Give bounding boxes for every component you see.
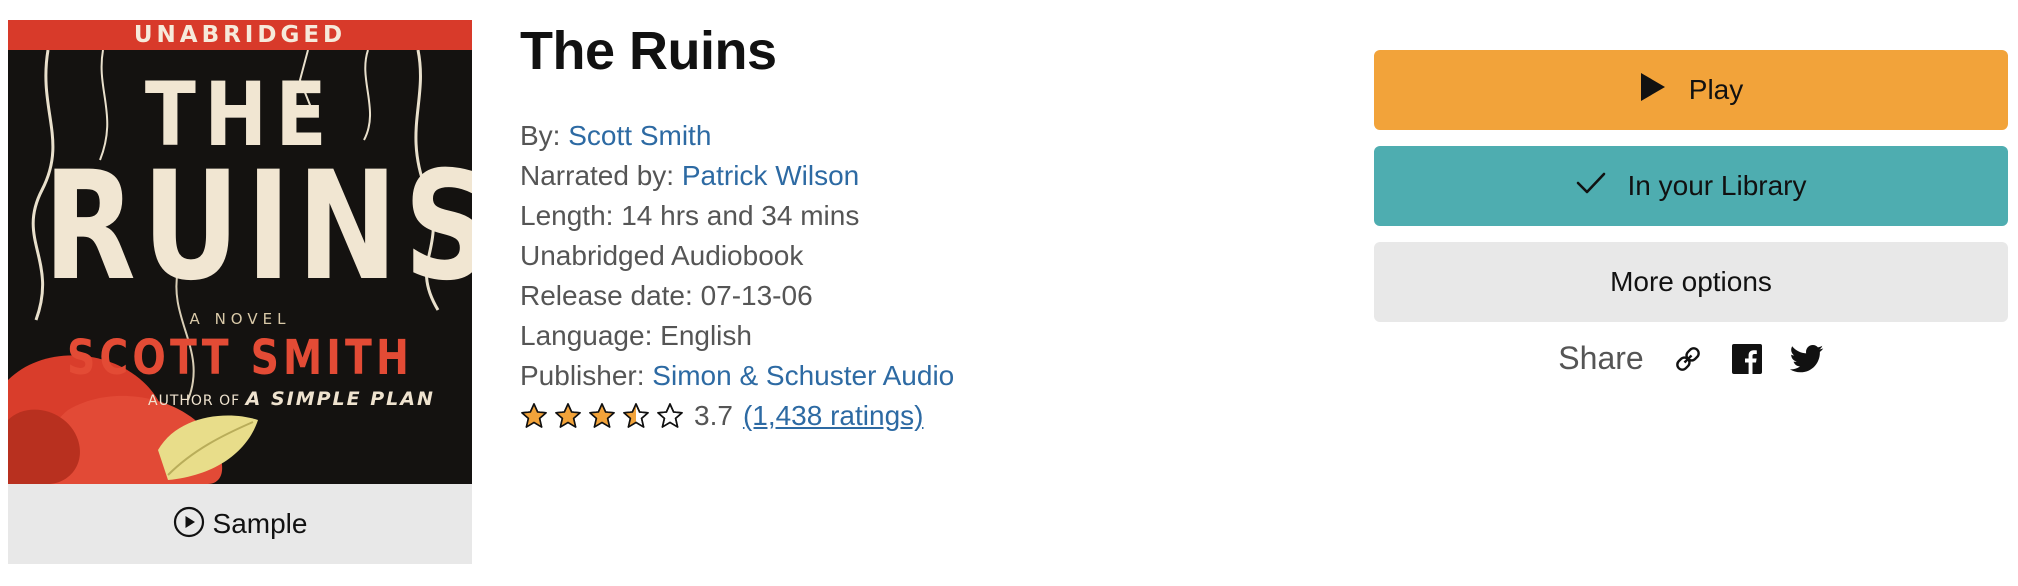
author-label: By: [520, 120, 561, 151]
length-row: Length: 14 hrs and 34 mins [520, 200, 860, 231]
rating-value: 3.7 [694, 400, 733, 431]
facebook-icon[interactable] [1731, 343, 1762, 374]
share-label: Share [1558, 340, 1644, 376]
rating-row: 3.7 (1,438 ratings) [520, 396, 1340, 436]
play-button[interactable]: Play [1374, 50, 2008, 130]
cover-banner-text: UNABRIDGED [8, 20, 472, 50]
sample-label: Sample [212, 508, 308, 539]
release-date-row: Release date: 07-13-06 [520, 280, 813, 311]
in-library-button[interactable]: In your Library [1374, 146, 2008, 226]
book-details: The Ruins By: Scott Smith Narrated by: P… [520, 18, 1340, 436]
star-icon [588, 402, 616, 430]
book-cover-image[interactable]: UNABRIDGED THE RUINS A NOVEL SCOTT SMITH… [8, 20, 472, 484]
checkmark-icon [1576, 170, 1606, 202]
action-panel: Play In your Library More options Share [1374, 50, 2008, 377]
star-icon [520, 402, 548, 430]
star-icon [622, 402, 650, 430]
cover-title-ruins: RUINS [43, 140, 472, 314]
cover-author-of: AUTHOR OF A SIMPLE PLAN [148, 388, 448, 410]
rating-stars [520, 402, 684, 430]
twitter-icon[interactable] [1789, 344, 1824, 373]
ratings-count-link[interactable]: (1,438 ratings) [743, 400, 924, 432]
cover-author: SCOTT SMITH [66, 330, 414, 386]
narrator-row: Narrated by: Patrick Wilson [520, 156, 1340, 196]
cover-subtitle: A NOVEL [189, 310, 291, 328]
author-link[interactable]: Scott Smith [568, 120, 711, 151]
cover-author-of-title: A SIMPLE PLAN [245, 388, 435, 410]
cover-author-of-prefix: AUTHOR OF [148, 393, 241, 409]
star-icon [656, 402, 684, 430]
star-icon [554, 402, 582, 430]
play-icon [1639, 72, 1667, 109]
language-row: Language: English [520, 320, 752, 351]
play-label: Play [1688, 74, 1744, 105]
more-options-button[interactable]: More options [1374, 242, 2008, 322]
book-meta: By: Scott Smith Narrated by: Patrick Wil… [520, 116, 1340, 436]
narrator-label: Narrated by: [520, 160, 675, 191]
play-circle-icon [173, 506, 205, 543]
publisher-label: Publisher: [520, 360, 645, 391]
publisher-link[interactable]: Simon & Schuster Audio [652, 360, 954, 391]
publisher-row: Publisher: Simon & Schuster Audio [520, 356, 1340, 396]
share-bar: Share [1374, 340, 2008, 377]
format-row: Unabridged Audiobook [520, 240, 804, 271]
book-title: The Ruins [520, 21, 777, 81]
narrator-link[interactable]: Patrick Wilson [682, 160, 859, 191]
author-row: By: Scott Smith [520, 116, 1340, 156]
in-library-label: In your Library [1627, 170, 1807, 201]
link-icon[interactable] [1672, 343, 1704, 375]
cover-panel: UNABRIDGED THE RUINS A NOVEL SCOTT SMITH… [8, 20, 472, 564]
more-options-label: More options [1610, 266, 1772, 297]
sample-button[interactable]: Sample [8, 484, 472, 564]
